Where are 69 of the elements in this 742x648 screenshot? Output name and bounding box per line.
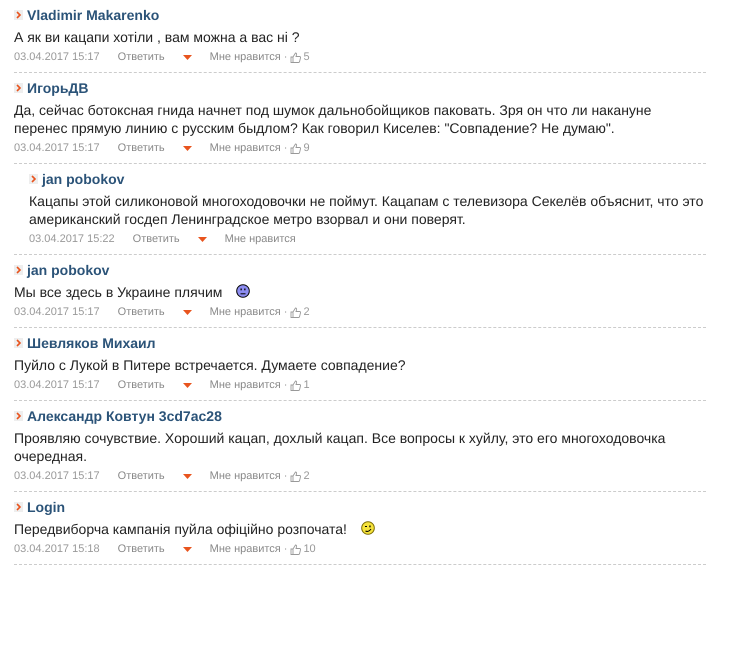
author-name[interactable]: jan pobokov bbox=[27, 261, 110, 279]
comment-text: Пуйло с Лукой в Питере встречается. Думаете совпадение? bbox=[14, 357, 406, 373]
reply-link[interactable]: Ответить bbox=[118, 140, 165, 156]
comment-date: 03.04.2017 15:17 bbox=[14, 141, 100, 156]
author-name[interactable]: Александр Ковтун 3cd7ac28 bbox=[27, 407, 222, 425]
arrow-icon bbox=[29, 174, 38, 184]
author-name[interactable]: jan pobokov bbox=[42, 170, 124, 188]
caret-icon[interactable] bbox=[182, 54, 192, 60]
separator-dot: · bbox=[284, 469, 288, 484]
thumbs-up-icon bbox=[290, 380, 302, 390]
like-link[interactable]: Мне нравится bbox=[210, 304, 281, 320]
reply-link[interactable]: Ответить bbox=[118, 304, 165, 320]
author-name[interactable]: ИгорьДВ bbox=[27, 79, 89, 97]
comment-date: 03.04.2017 15:17 bbox=[14, 50, 100, 65]
reply-link[interactable]: Ответить bbox=[118, 49, 165, 65]
like-link[interactable]: Мне нравится bbox=[210, 377, 281, 393]
separator-dot: · bbox=[284, 378, 288, 393]
reply-link[interactable]: Ответить bbox=[118, 468, 165, 484]
caret-icon[interactable] bbox=[182, 546, 192, 552]
separator-dot: · bbox=[284, 305, 288, 320]
like-link[interactable]: Мне нравится bbox=[210, 468, 281, 484]
arrow-icon bbox=[14, 83, 23, 93]
author-name[interactable]: Login bbox=[27, 498, 66, 516]
caret-icon[interactable] bbox=[182, 382, 192, 388]
like-link[interactable]: Мне нравится bbox=[210, 140, 281, 156]
reply-link[interactable]: Ответить bbox=[118, 377, 165, 393]
thumbs-up-icon bbox=[290, 142, 302, 154]
caret-icon[interactable] bbox=[182, 474, 192, 478]
like-link[interactable]: Мне нравится bbox=[210, 541, 281, 557]
arrow-icon bbox=[14, 411, 23, 421]
arrow-icon bbox=[14, 338, 23, 348]
thumbs-up-icon bbox=[290, 470, 302, 482]
thumbs-up-icon bbox=[290, 544, 302, 554]
comment-date: 03.04.2017 15:18 bbox=[14, 542, 100, 557]
separator-dot: · bbox=[284, 141, 288, 156]
author-name[interactable]: Vladimir Makarenko bbox=[27, 6, 160, 24]
winking-face-icon bbox=[360, 521, 375, 535]
comment-date: 03.04.2017 15:17 bbox=[14, 469, 100, 484]
like-count: 2 bbox=[303, 305, 310, 320]
thumbs-up-icon bbox=[290, 306, 302, 318]
reply-link[interactable]: Ответить bbox=[118, 541, 165, 557]
caret-icon[interactable] bbox=[198, 236, 207, 242]
separator-dot: · bbox=[284, 50, 288, 65]
like-link[interactable]: Мне нравится bbox=[210, 49, 281, 65]
like-count: 5 bbox=[303, 50, 310, 65]
arrow-icon bbox=[14, 10, 23, 20]
thumbs-up-icon bbox=[290, 52, 302, 62]
arrow-icon bbox=[14, 502, 23, 512]
caret-icon[interactable] bbox=[182, 146, 192, 150]
like-count: 2 bbox=[303, 469, 310, 484]
comment-date: 03.04.2017 15:17 bbox=[14, 305, 100, 320]
like-count: 1 bbox=[303, 378, 310, 393]
comment-text: Да, сейчас ботоксная гнида начнет под шумок дальнобойщиков паковать. Зря он что ли накануне перенес прямую линию с русским быдлом? Как говорил Киселев: "Совпадение? Не думаю". bbox=[14, 102, 652, 136]
comment-text: Передвиборча кампанія пуйла офіційно розпочата! bbox=[14, 521, 347, 537]
comment-text: А як ви кацапи хотіли , вам можна а вас ні ? bbox=[14, 29, 300, 45]
separator-dot: · bbox=[284, 542, 288, 557]
like-link[interactable]: Мне нравится bbox=[224, 231, 296, 247]
comment-date: 03.04.2017 15:17 bbox=[14, 378, 100, 393]
comment-text: Кацапы этой силиконовой многоходовочки не поймут. Кацапам с телевизора Секелёв объяснит, что это американский госдеп Ленинградское метро взорвал и они поверят. bbox=[29, 193, 704, 227]
reply-link[interactable]: Ответить bbox=[132, 231, 180, 247]
caret-icon[interactable] bbox=[182, 310, 192, 314]
sad-face-icon bbox=[236, 284, 250, 298]
comment-text: Мы все здесь в Украине плячим bbox=[14, 284, 222, 300]
comment-date: 03.04.2017 15:22 bbox=[29, 232, 115, 247]
like-count: 9 bbox=[303, 141, 310, 156]
arrow-icon bbox=[14, 265, 23, 275]
like-count: 10 bbox=[303, 542, 316, 557]
author-name[interactable]: Шевляков Михаил bbox=[27, 334, 156, 352]
comment-text: Проявляю сочувствие. Хороший кацап, дохлый кацап. Все вопросы к хуйлу, это его многоходовочка очередная. bbox=[14, 430, 666, 464]
